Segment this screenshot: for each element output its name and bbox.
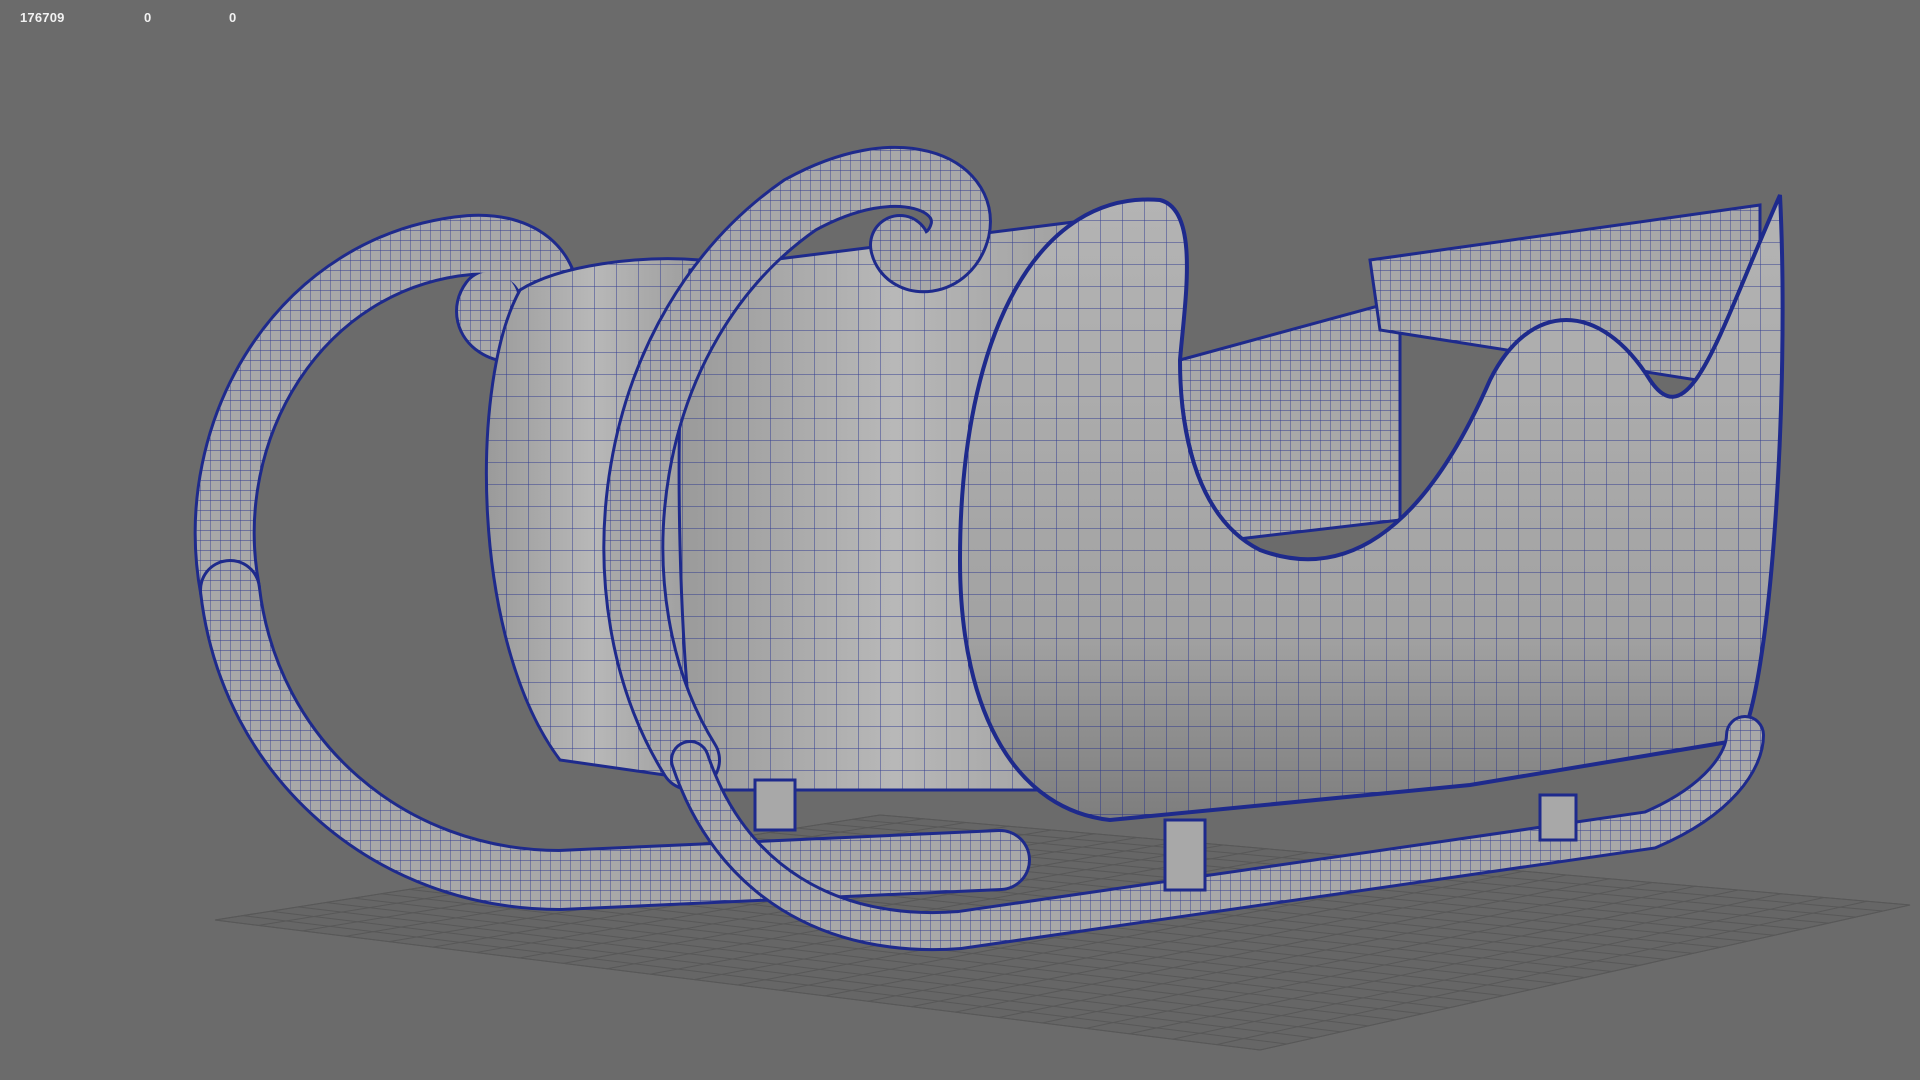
- hud-value-second: 0: [144, 10, 152, 25]
- viewport-canvas[interactable]: [0, 0, 1920, 1080]
- hud-value-polys: 176709: [20, 10, 65, 25]
- hud-value-third: 0: [229, 10, 237, 25]
- 3d-viewport[interactable]: [0, 0, 1920, 1080]
- poly-count-hud: 176709 0 0: [20, 10, 236, 25]
